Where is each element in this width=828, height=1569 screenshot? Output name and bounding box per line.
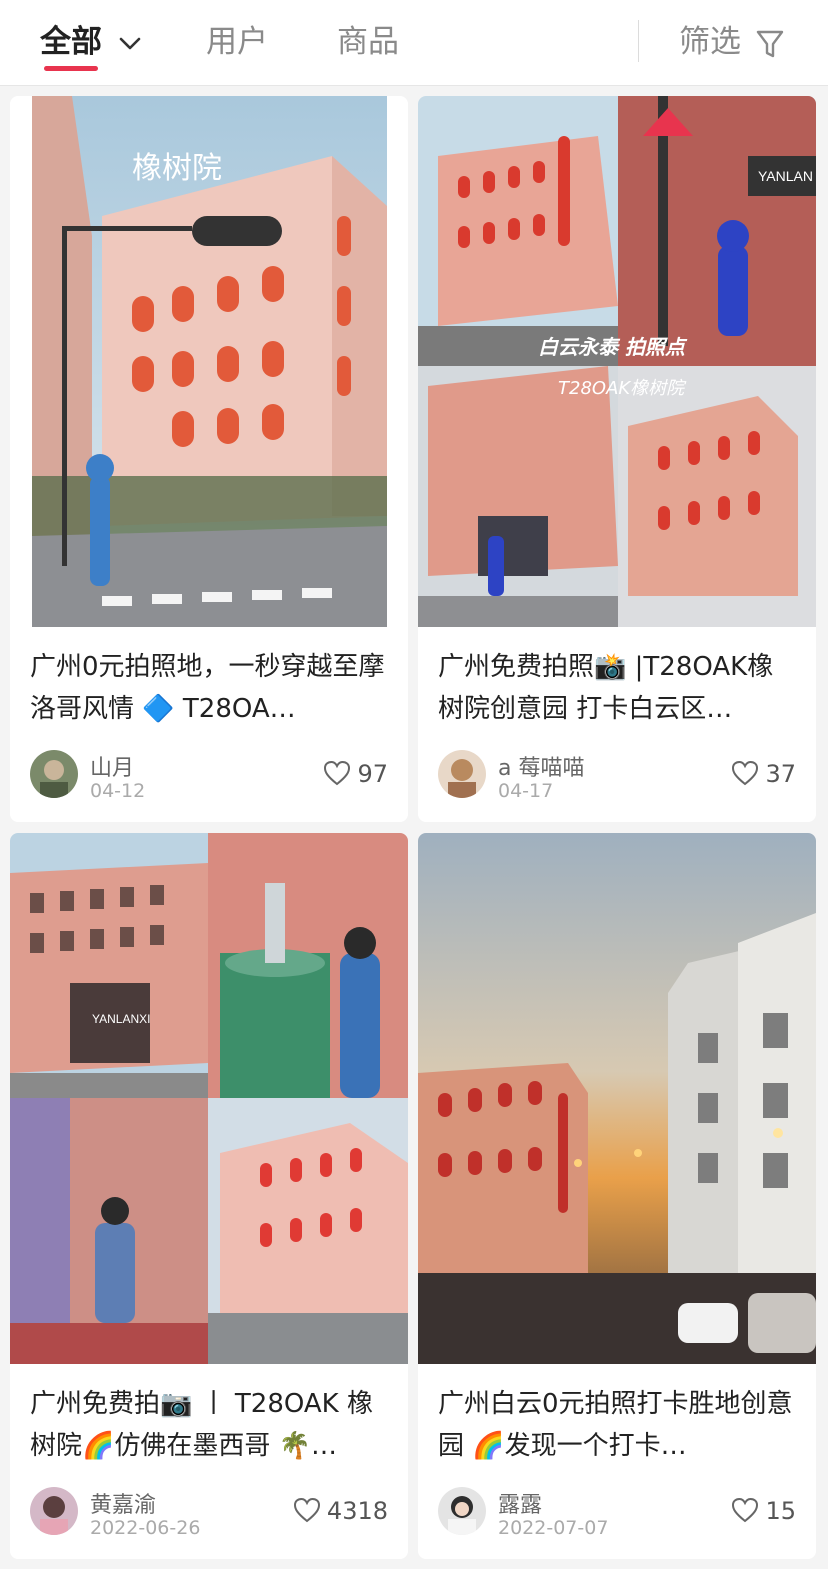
author-name[interactable]: 山月 [90, 750, 134, 782]
like-count: 15 [765, 1497, 796, 1525]
cover-overlay-text: 白云永泰 拍照点 [538, 335, 688, 359]
post-cover-image[interactable]: YANLAN 白云永泰 拍照点 T28OAK橡树院 [418, 96, 816, 627]
post-date: 04-12 [90, 780, 146, 802]
funnel-icon [756, 30, 784, 57]
post-title[interactable]: 广州免费拍照📸 |T28OAK橡树院创意园 打卡白云区… [438, 646, 798, 730]
post-title[interactable]: 广州免费拍📷 丨 T28OAK 橡树院🌈仿佛在墨西哥 🌴… [30, 1383, 390, 1467]
tab-goods[interactable]: 商品 [337, 18, 399, 66]
post-title[interactable]: 广州0元拍照地，一秒穿越至摩洛哥风情 🔷 T28OA… [30, 646, 390, 730]
heart-icon [324, 760, 351, 786]
avatar[interactable] [30, 1487, 78, 1535]
post-cover-image[interactable] [418, 833, 816, 1364]
tab-all-label: 全部 [40, 24, 102, 60]
post-card[interactable]: YANLANXI 广州免费拍📷 丨 T28OAK 橡树院🌈仿佛在墨西哥 🌴… 黄… [10, 833, 408, 1559]
cover-sign-text: YANLANXI [92, 1012, 150, 1026]
avatar[interactable] [438, 750, 486, 798]
tab-users[interactable]: 用户 [206, 18, 268, 66]
like-count: 37 [765, 760, 796, 788]
top-tab-bar: 全部 用户 商品 筛选 [0, 0, 828, 86]
post-card[interactable]: 广州白云0元拍照打卡胜地创意园 🌈发现一个打卡… 露露 2022-07-07 1… [418, 833, 816, 1559]
post-cover-image[interactable]: 橡树院 [32, 96, 387, 627]
tab-all[interactable]: 全部 [40, 18, 141, 66]
heart-icon [732, 1497, 759, 1523]
heart-icon [732, 760, 759, 786]
like-count: 97 [357, 760, 388, 788]
post-card[interactable]: 橡树院 广州0元拍照地，一秒穿越至摩洛哥风情 🔷 T28OA… 山月 04-12… [10, 96, 408, 822]
like-button[interactable]: 4318 [293, 1497, 388, 1525]
cover-sign-text: YANLAN [758, 168, 813, 184]
post-date: 2022-06-26 [90, 1517, 201, 1539]
post-title[interactable]: 广州白云0元拍照打卡胜地创意园 🌈发现一个打卡… [438, 1383, 798, 1467]
chevron-down-icon [119, 37, 141, 49]
like-button[interactable]: 37 [731, 760, 796, 788]
avatar[interactable] [30, 750, 78, 798]
like-count: 4318 [326, 1497, 388, 1525]
post-card[interactable]: YANLAN 白云永泰 拍照点 T28OAK橡树院 广州免费拍照📸 |T28OA… [418, 96, 816, 822]
like-button[interactable]: 15 [731, 1497, 796, 1525]
post-date: 04-17 [498, 780, 554, 802]
cover-overlay-text-2: T28OAK橡树院 [558, 378, 687, 399]
like-button[interactable]: 97 [323, 760, 388, 788]
filter-label: 筛选 [679, 24, 741, 60]
post-date: 2022-07-07 [498, 1517, 609, 1539]
heart-icon [293, 1497, 320, 1523]
filter-button[interactable]: 筛选 [679, 18, 785, 66]
active-tab-indicator [44, 66, 98, 71]
avatar[interactable] [438, 1487, 486, 1535]
divider [638, 20, 639, 62]
author-name[interactable]: 露露 [498, 1487, 542, 1519]
cover-overlay-text: 橡树院 [132, 151, 222, 186]
post-cover-image[interactable]: YANLANXI [10, 833, 408, 1364]
author-name[interactable]: 黄嘉渝 [90, 1487, 156, 1519]
author-name[interactable]: a 莓喵喵 [498, 750, 584, 782]
